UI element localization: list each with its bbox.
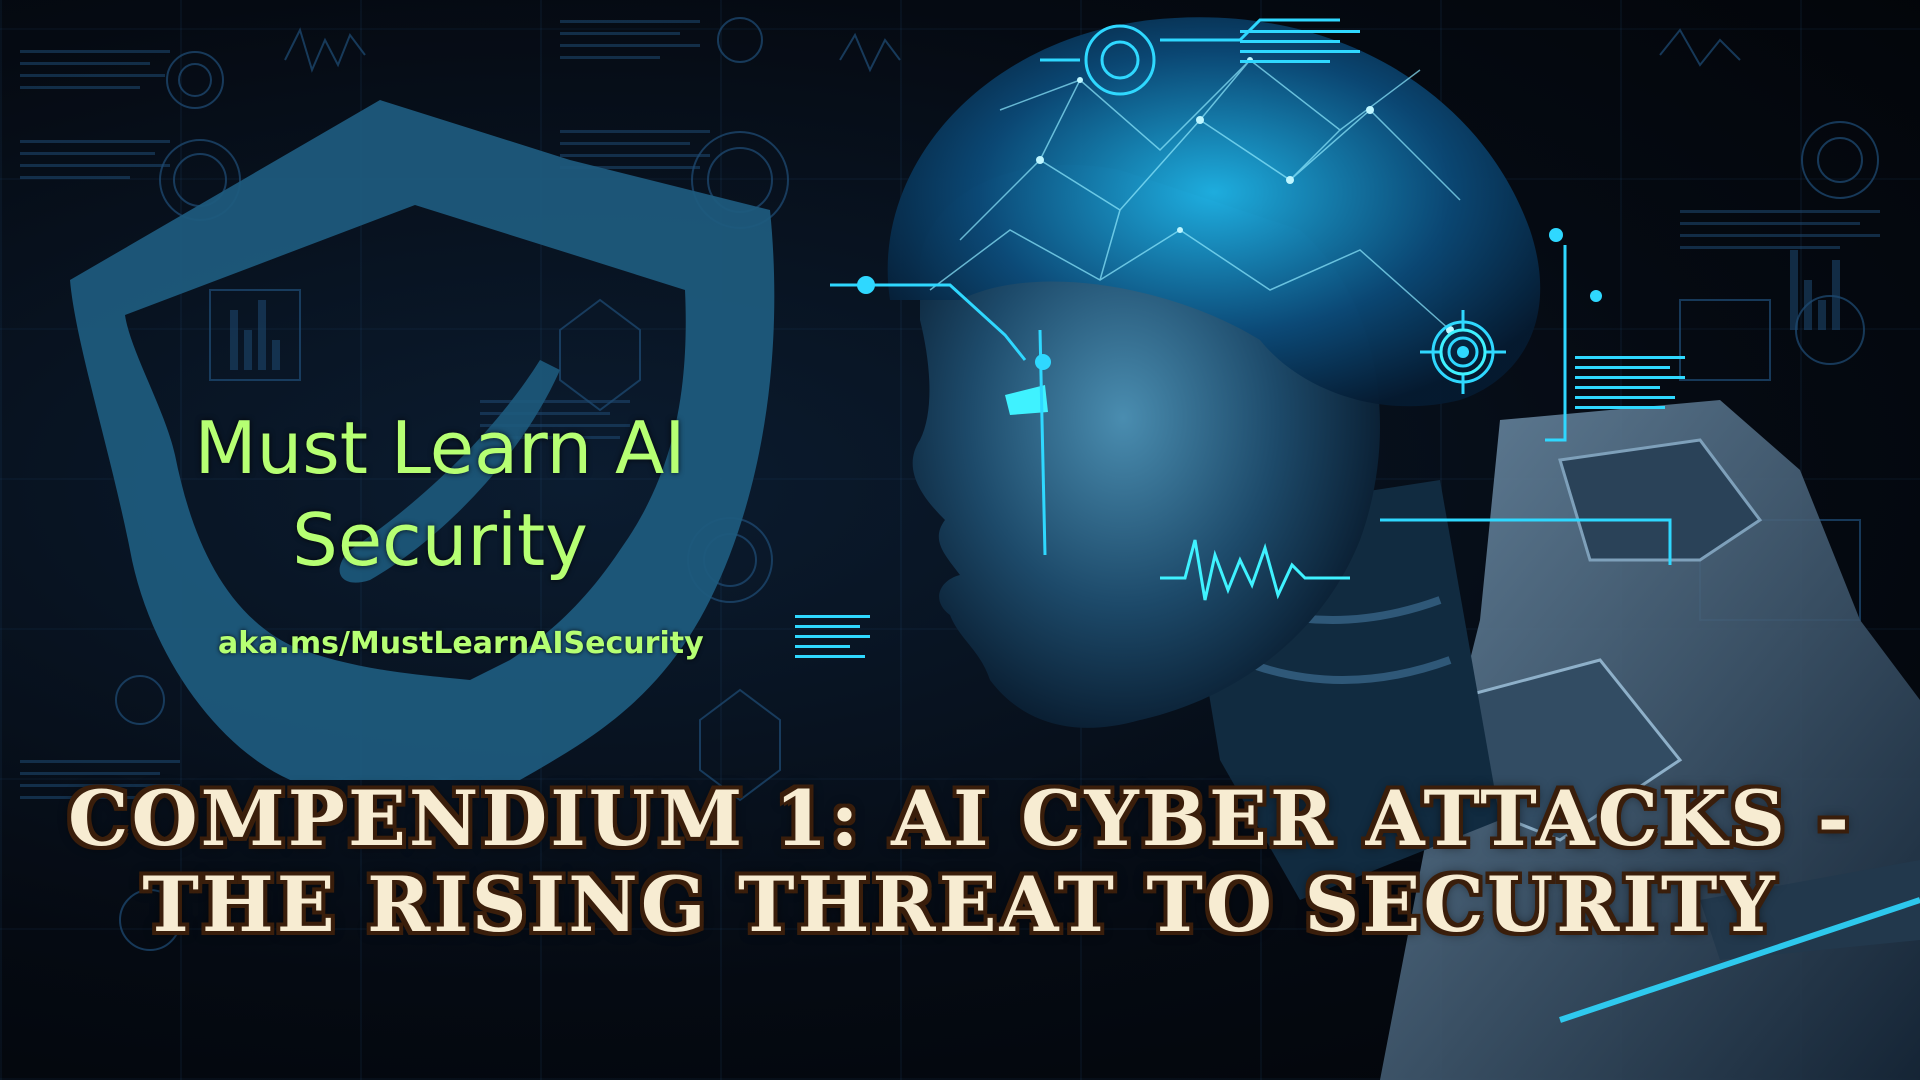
brand-title: Must Learn AI Security [194, 406, 686, 582]
brand-url: aka.ms/MustLearnAISecurity [218, 626, 704, 661]
headline: COMPENDIUM 1: AI CYBER ATTACKS - THE RIS… [67, 774, 1853, 949]
